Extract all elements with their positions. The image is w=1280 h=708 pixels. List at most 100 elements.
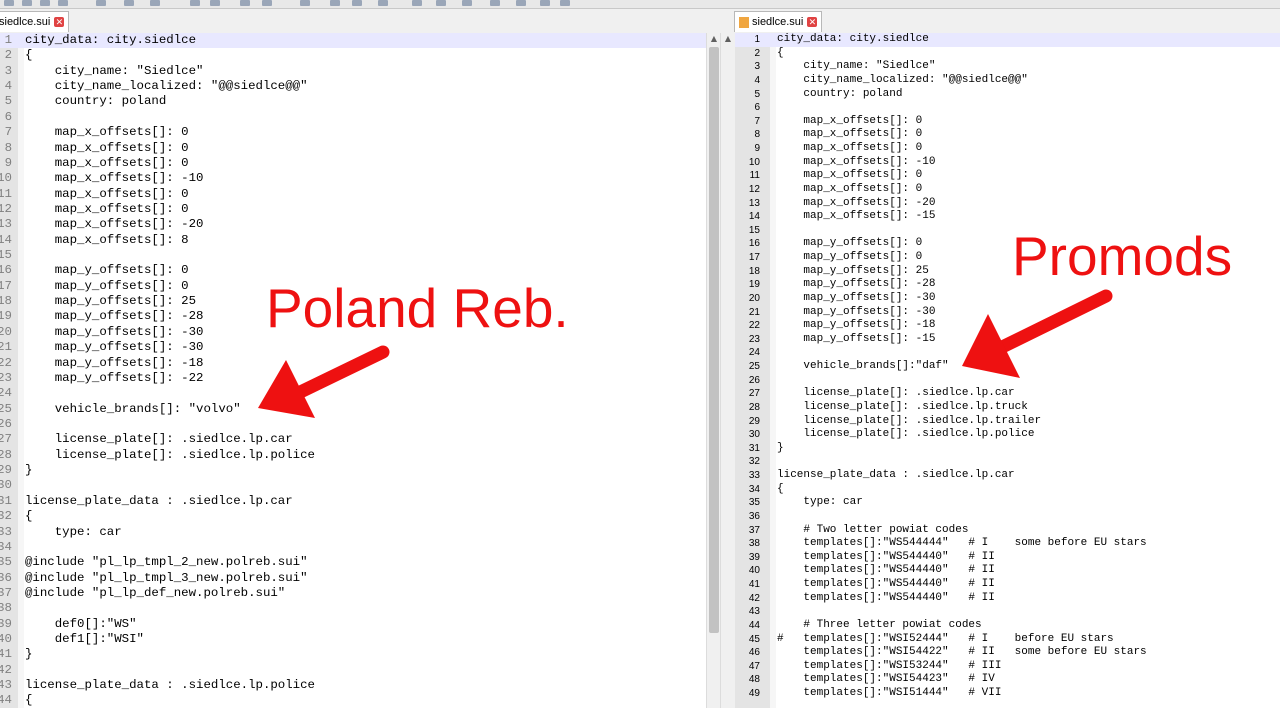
scroll-up-arrow-icon[interactable]: ▲ — [707, 33, 721, 45]
right-editor[interactable]: 1 city_data: city.siedlce 2{3 city_name: "… — [734, 33, 1280, 708]
code-line[interactable]: 9 map_x_offsets[]: 0 — [734, 142, 1280, 156]
close-icon[interactable]: ✕ — [807, 17, 818, 28]
code-line[interactable]: 47 templates[]:"WSI53244" # III — [734, 660, 1280, 674]
code-line[interactable]: 30 — [0, 478, 720, 493]
toolbar-icon[interactable] — [210, 0, 220, 6]
toolbar-icon[interactable] — [352, 0, 362, 6]
toolbar-icon[interactable] — [262, 0, 272, 6]
code-line[interactable]: 25 vehicle_brands[]: "volvo" — [0, 402, 720, 417]
toolbar-icon[interactable] — [462, 0, 472, 6]
code-line[interactable]: 3 city_name: "Siedlce" — [734, 60, 1280, 74]
code-line[interactable]: 42 — [0, 663, 720, 678]
code-line[interactable]: 36 @include "pl_lp_tmpl_3_new.polreb.sui" — [0, 571, 720, 586]
toolbar-icon[interactable] — [300, 0, 310, 6]
scroll-up-arrow-icon[interactable]: ▲ — [721, 33, 735, 45]
code-line[interactable]: 39 def0[]:"WS" — [0, 617, 720, 632]
code-line[interactable]: 24 — [734, 346, 1280, 360]
code-line[interactable]: 30 license_plate[]: .siedlce.lp.police — [734, 428, 1280, 442]
toolbar-icon[interactable] — [540, 0, 550, 6]
tab-siedlce-left[interactable]: siedlce.sui ✕ — [0, 11, 70, 32]
code-line[interactable]: 37 # Two letter powiat codes — [734, 524, 1280, 538]
toolbar-icon[interactable] — [96, 0, 106, 6]
code-line[interactable]: 15 — [0, 248, 720, 263]
code-line[interactable]: 38 — [0, 601, 720, 616]
code-line[interactable]: 21 map_y_offsets[]: -30 — [734, 306, 1280, 320]
code-line[interactable]: 6 — [0, 110, 720, 125]
code-line[interactable]: 26 — [734, 374, 1280, 388]
right-scrollbar[interactable]: ▲ — [720, 33, 735, 708]
code-line[interactable]: 13 map_x_offsets[]: -20 — [0, 217, 720, 232]
toolbar-icon[interactable] — [22, 0, 32, 6]
code-line[interactable]: 4 city_name_localized: "@@siedlce@@" — [0, 79, 720, 94]
toolbar-icon[interactable] — [58, 0, 68, 6]
code-line[interactable]: 45 # templates[]:"WSI52444" # I before EU… — [734, 633, 1280, 647]
code-line[interactable]: 23 map_y_offsets[]: -15 — [734, 333, 1280, 347]
left-scrollbar[interactable]: ▲ — [706, 33, 721, 708]
code-line[interactable]: 29} — [0, 463, 720, 478]
code-line[interactable]: 31 license_plate_data : .siedlce.lp.car — [0, 494, 720, 509]
toolbar-icon[interactable] — [560, 0, 570, 6]
code-line[interactable]: 22 map_y_offsets[]: -18 — [734, 319, 1280, 333]
code-line[interactable]: 31} — [734, 442, 1280, 456]
code-line[interactable]: 22 map_y_offsets[]: -18 — [0, 356, 720, 371]
left-editor[interactable]: 1 city_data: city.siedlce 2{3 city_name: "… — [0, 33, 720, 708]
code-line[interactable]: 48 templates[]:"WSI54423" # IV — [734, 673, 1280, 687]
code-line[interactable]: 32 — [734, 455, 1280, 469]
code-line[interactable]: 10 map_x_offsets[]: -10 — [0, 171, 720, 186]
code-line[interactable]: 32 { — [0, 509, 720, 524]
scroll-thumb[interactable] — [709, 47, 719, 633]
code-line[interactable]: 49 templates[]:"WSI51444" # VII — [734, 687, 1280, 701]
code-line[interactable]: 41 templates[]:"WS544440" # II — [734, 578, 1280, 592]
toolbar-icon[interactable] — [330, 0, 340, 6]
code-line[interactable]: 7 map_x_offsets[]: 0 — [734, 115, 1280, 129]
code-line[interactable]: 38 templates[]:"WS544444" # I some befor… — [734, 537, 1280, 551]
code-line[interactable]: 5 country: poland — [734, 88, 1280, 102]
code-line[interactable]: 40 templates[]:"WS544440" # II — [734, 564, 1280, 578]
code-line[interactable]: 28 license_plate[]: .siedlce.lp.truck — [734, 401, 1280, 415]
toolbar-icon[interactable] — [378, 0, 388, 6]
code-line[interactable]: 9 map_x_offsets[]: 0 — [0, 156, 720, 171]
code-line[interactable]: 46 templates[]:"WSI54422" # II some befo… — [734, 646, 1280, 660]
code-line[interactable]: 29 license_plate[]: .siedlce.lp.trailer — [734, 415, 1280, 429]
code-line[interactable]: 3 city_name: "Siedlce" — [0, 64, 720, 79]
code-line[interactable]: 23 map_y_offsets[]: -22 — [0, 371, 720, 386]
code-line[interactable]: 10 map_x_offsets[]: -10 — [734, 156, 1280, 170]
code-line[interactable]: 1 city_data: city.siedlce — [734, 33, 1280, 47]
code-line[interactable]: 2{ — [0, 48, 720, 63]
code-line[interactable]: 28 license_plate[]: .siedlce.lp.police — [0, 448, 720, 463]
code-line[interactable]: 43 — [734, 605, 1280, 619]
code-line[interactable]: 40 def1[]:"WSI" — [0, 632, 720, 647]
toolbar-icon[interactable] — [490, 0, 500, 6]
code-line[interactable]: 41} — [0, 647, 720, 662]
code-line[interactable]: 35 type: car — [734, 496, 1280, 510]
code-line[interactable]: 25 vehicle_brands[]:"daf" — [734, 360, 1280, 374]
code-line[interactable]: 12 map_x_offsets[]: 0 — [734, 183, 1280, 197]
toolbar-icon[interactable] — [516, 0, 526, 6]
code-line[interactable]: 14 map_x_offsets[]: 8 — [0, 233, 720, 248]
code-line[interactable]: 8 map_x_offsets[]: 0 — [734, 128, 1280, 142]
code-line[interactable]: 4 city_name_localized: "@@siedlce@@" — [734, 74, 1280, 88]
code-line[interactable]: 12 map_x_offsets[]: 0 — [0, 202, 720, 217]
code-line[interactable]: 44 # Three letter powiat codes — [734, 619, 1280, 633]
code-line[interactable]: 21 map_y_offsets[]: -30 — [0, 340, 720, 355]
code-line[interactable]: 36 — [734, 510, 1280, 524]
toolbar-icon[interactable] — [190, 0, 200, 6]
code-line[interactable]: 7 map_x_offsets[]: 0 — [0, 125, 720, 140]
toolbar-icon[interactable] — [40, 0, 50, 6]
code-line[interactable]: 35 @include "pl_lp_tmpl_2_new.polreb.sui" — [0, 555, 720, 570]
code-line[interactable]: 6 — [734, 101, 1280, 115]
code-line[interactable]: 34 — [0, 540, 720, 555]
code-line[interactable]: 33 type: car — [0, 525, 720, 540]
toolbar-icon[interactable] — [412, 0, 422, 6]
code-line[interactable]: 43 license_plate_data : .siedlce.lp.polic… — [0, 678, 720, 693]
code-line[interactable]: 5 country: poland — [0, 94, 720, 109]
code-line[interactable]: 39 templates[]:"WS544440" # II — [734, 551, 1280, 565]
toolbar-icon[interactable] — [124, 0, 134, 6]
toolbar-icon[interactable] — [150, 0, 160, 6]
code-line[interactable]: 37 @include "pl_lp_def_new.polreb.sui" — [0, 586, 720, 601]
tab-siedlce-right[interactable]: siedlce.sui ✕ — [734, 11, 823, 32]
code-line[interactable]: 2{ — [734, 47, 1280, 61]
code-line[interactable]: 42 templates[]:"WS544440" # II — [734, 592, 1280, 606]
code-line[interactable]: 14 map_x_offsets[]: -15 — [734, 210, 1280, 224]
code-line[interactable]: 24 — [0, 386, 720, 401]
